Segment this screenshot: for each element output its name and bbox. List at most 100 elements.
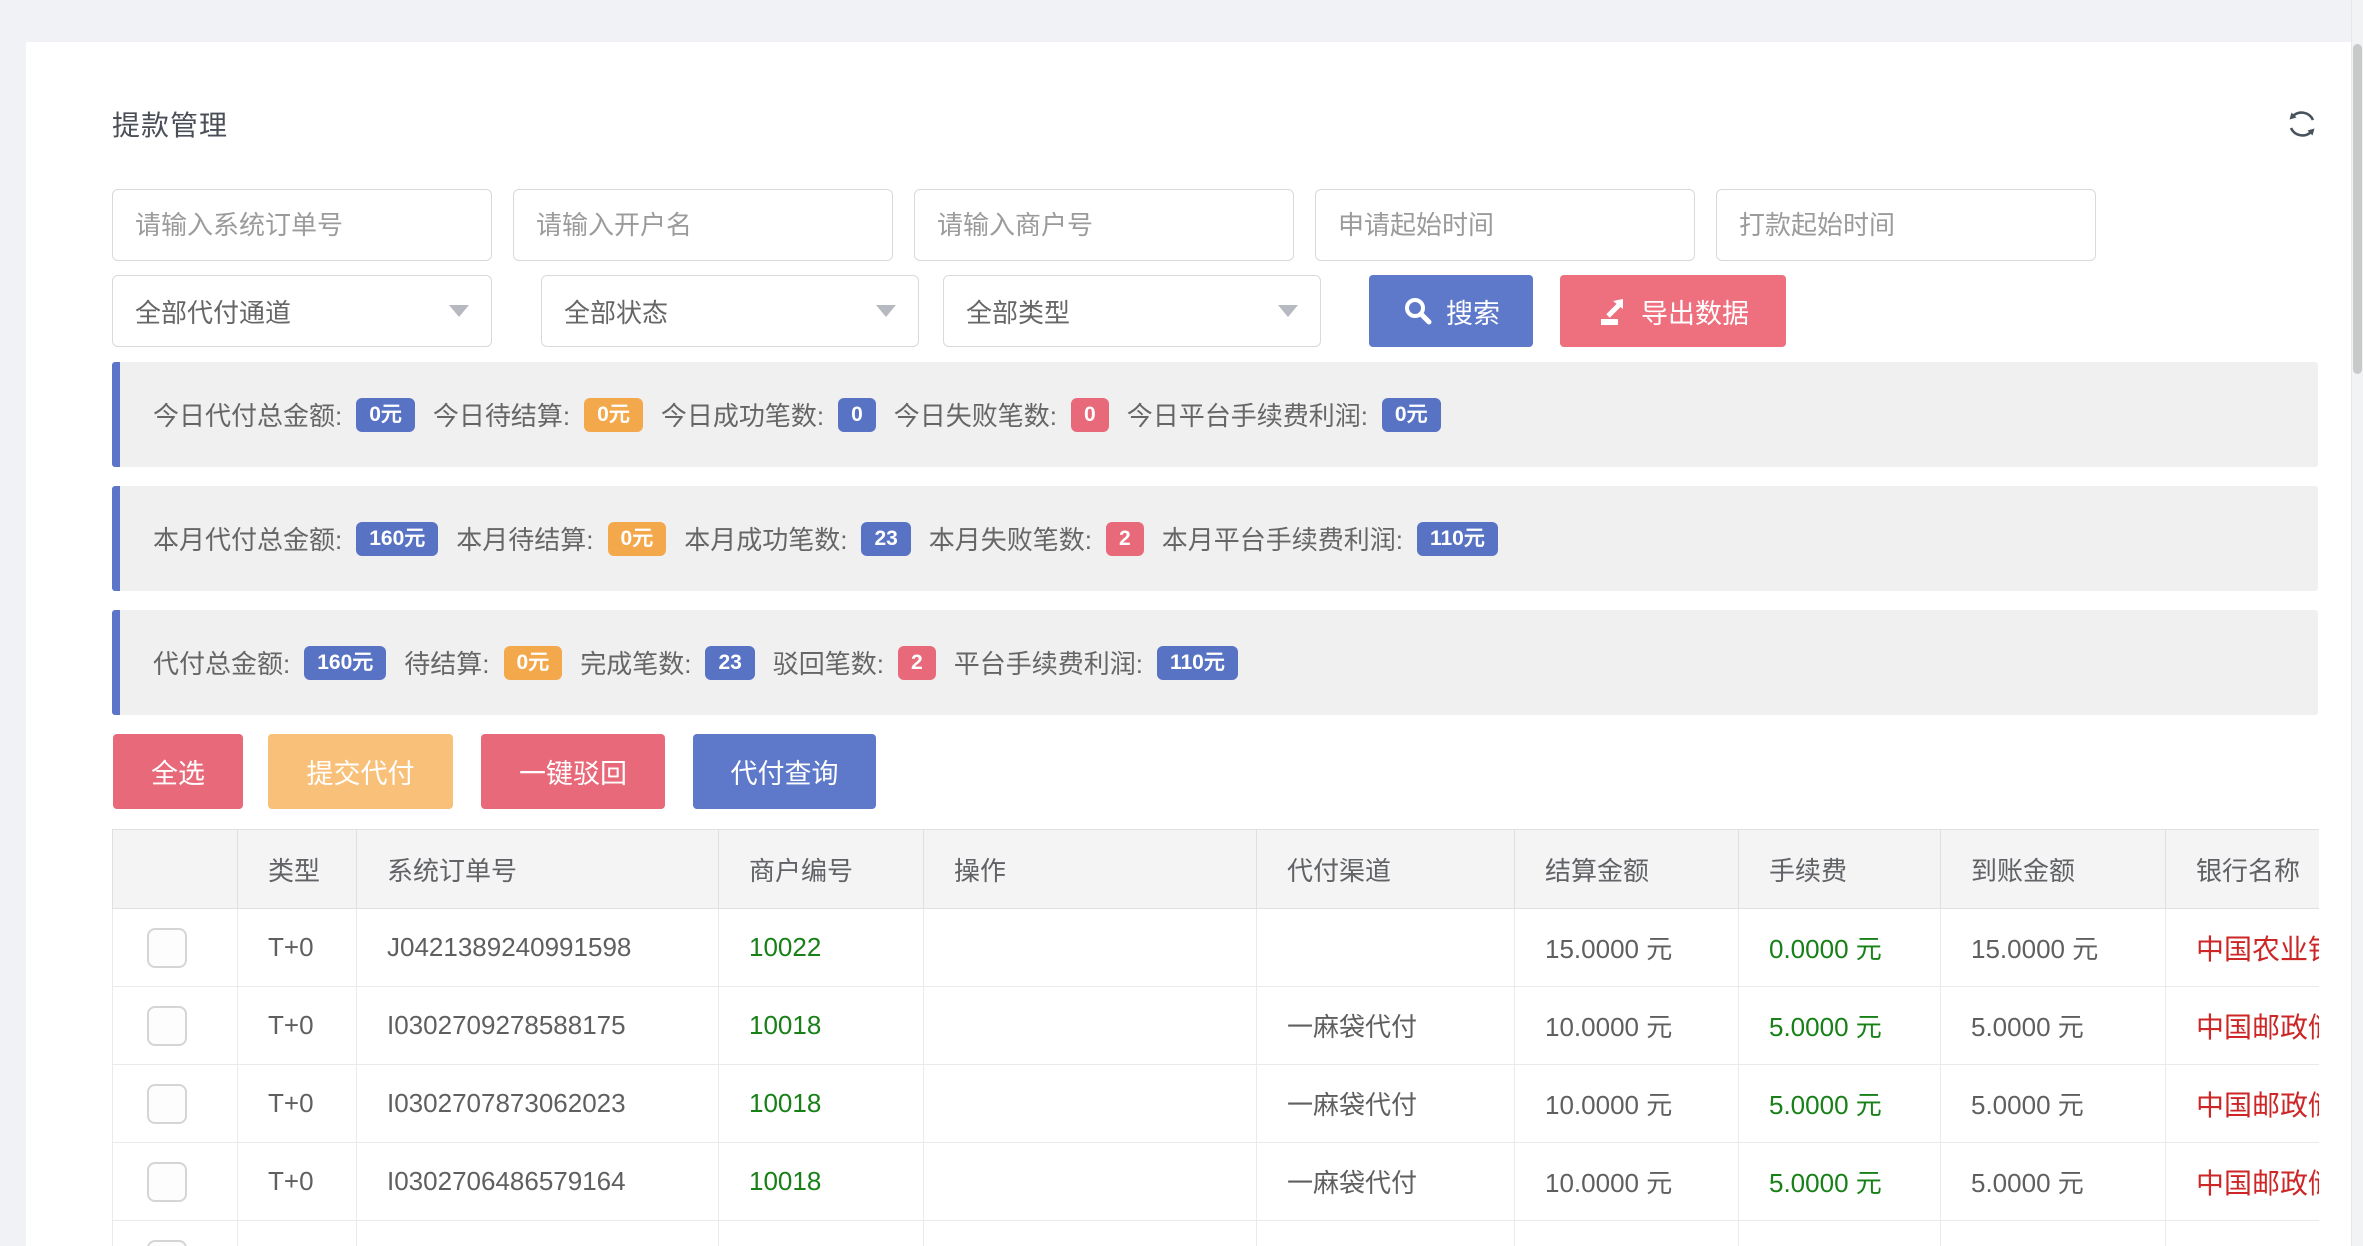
stat-label: 待结算:	[404, 644, 489, 681]
stat-segment: 今日失败笔数:0	[894, 396, 1109, 433]
order-no-input[interactable]	[112, 189, 492, 261]
channel-cell: 一麻袋代付	[1257, 1143, 1515, 1221]
bank-cell: 中国邮政储蓄银行	[2166, 1065, 2320, 1143]
channel-cell: 一麻袋代付	[1257, 1065, 1515, 1143]
merchant-no-cell: 10018	[719, 1221, 924, 1246]
merchant-no-cell: 10018	[719, 1143, 924, 1221]
row-checkbox[interactable]	[147, 1006, 187, 1046]
merchant-no-input[interactable]	[914, 189, 1294, 261]
submit-payment-button[interactable]: 提交代付	[268, 734, 453, 809]
scrollbar-thumb[interactable]	[2353, 44, 2362, 374]
operation-cell	[924, 1065, 1257, 1143]
stat-segment: 驳回笔数: 2	[773, 644, 936, 681]
column-header: 结算金额	[1515, 830, 1739, 909]
channel-cell: 一麻袋代付	[1257, 1221, 1515, 1246]
stat-label: 完成笔数:	[580, 644, 691, 681]
stat-segment: 本月待结算:0元	[456, 520, 666, 557]
merchant-no-cell: 10022	[719, 909, 924, 987]
stat-label: 本月失败笔数:	[929, 520, 1092, 557]
withdrawal-management-page: 提款管理 全部代付通道 全部状态 全部类型	[0, 0, 2363, 1246]
checkbox-cell	[113, 1221, 238, 1246]
channel-cell: 一麻袋代付	[1257, 987, 1515, 1065]
order-no-cell: J0421389240991598	[357, 909, 719, 987]
checkbox-cell	[113, 1143, 238, 1221]
column-header: 银行名称	[2166, 830, 2320, 909]
chevron-down-icon	[1278, 305, 1298, 317]
bank-cell: 中国邮政储蓄银行	[2166, 1143, 2320, 1221]
stat-value-badge: 0元	[584, 398, 643, 432]
stat-value-badge: 0元	[356, 398, 415, 432]
row-checkbox[interactable]	[147, 1162, 187, 1202]
row-checkbox[interactable]	[147, 928, 187, 968]
export-button-label: 导出数据	[1641, 292, 1749, 331]
stat-value-badge: 23	[705, 646, 754, 680]
status-select-value: 全部状态	[564, 293, 668, 330]
stat-label: 本月平台手续费利润:	[1162, 520, 1403, 557]
stat-segment: 今日代付总金额: 0元	[153, 396, 415, 433]
channel-cell	[1257, 909, 1515, 987]
stat-value-badge: 2	[898, 646, 936, 680]
order-no-cell: I0302706486579164	[357, 1143, 719, 1221]
stat-segment: 完成笔数: 23	[580, 644, 755, 681]
operation-cell	[924, 909, 1257, 987]
stat-segment: 本月平台手续费利润: 110元	[1162, 520, 1498, 557]
page-title: 提款管理	[112, 104, 228, 144]
table-row: T+0I030270573035772510018一麻袋代付10.0000 元5…	[113, 1221, 2320, 1246]
stats-bar-total: 代付总金额:160元待结算:0元完成笔数:23驳回笔数:2平台手续费利润:110…	[112, 610, 2318, 715]
arrival-amount-cell: 5.0000 元	[1941, 1221, 2166, 1246]
reject-all-button[interactable]: 一键驳回	[481, 734, 665, 809]
status-select[interactable]: 全部状态	[541, 275, 919, 347]
type-cell: T+0	[238, 987, 357, 1065]
stat-value-badge: 110元	[1417, 522, 1498, 556]
channel-select[interactable]: 全部代付通道	[112, 275, 492, 347]
type-select[interactable]: 全部类型	[943, 275, 1321, 347]
stats-bar-month: 本月代付总金额:160元本月待结算:0元本月成功笔数:23本月失败笔数:2本月平…	[112, 486, 2318, 591]
column-header: 到账金额	[1941, 830, 2166, 909]
select-all-button[interactable]: 全选	[113, 734, 243, 809]
fee-cell: 5.0000 元	[1739, 987, 1941, 1065]
checkbox-cell	[113, 1065, 238, 1143]
stat-label: 本月成功笔数:	[684, 520, 847, 557]
settle-amount-cell: 15.0000 元	[1515, 909, 1739, 987]
search-button[interactable]: 搜索	[1369, 275, 1533, 347]
operation-cell	[924, 987, 1257, 1065]
content-card: 提款管理 全部代付通道 全部状态 全部类型	[26, 42, 2352, 1246]
payment-query-button[interactable]: 代付查询	[693, 734, 876, 809]
stat-value-badge: 0	[838, 398, 876, 432]
row-checkbox[interactable]	[147, 1084, 187, 1124]
fee-cell: 5.0000 元	[1739, 1143, 1941, 1221]
type-cell: T+0	[238, 1221, 357, 1246]
stat-label: 代付总金额:	[153, 644, 290, 681]
page-scrollbar[interactable]	[2351, 0, 2363, 1246]
column-header: 类型	[238, 830, 357, 909]
stat-value-badge: 0	[1071, 398, 1109, 432]
refresh-icon[interactable]	[2282, 104, 2322, 144]
table-row: T+0I030270927858817510018一麻袋代付10.0000 元5…	[113, 987, 2320, 1065]
stat-label: 今日代付总金额:	[153, 396, 342, 433]
account-name-input[interactable]	[513, 189, 893, 261]
column-header: 商户编号	[719, 830, 924, 909]
merchant-no-cell: 10018	[719, 1065, 924, 1143]
chevron-down-icon	[876, 305, 896, 317]
apply-start-time-input[interactable]	[1315, 189, 1695, 261]
stat-value-badge: 0元	[1382, 398, 1441, 432]
stat-label: 今日平台手续费利润:	[1127, 396, 1368, 433]
row-checkbox[interactable]	[147, 1240, 187, 1246]
stat-value-badge: 110元	[1157, 646, 1238, 680]
stat-value-badge: 23	[861, 522, 910, 556]
channel-select-value: 全部代付通道	[135, 293, 291, 330]
stat-segment: 今日成功笔数:0	[661, 396, 876, 433]
payment-start-time-input[interactable]	[1716, 189, 2096, 261]
type-select-value: 全部类型	[966, 293, 1070, 330]
stat-value-badge: 0元	[504, 646, 563, 680]
stat-label: 驳回笔数:	[773, 644, 884, 681]
settle-amount-cell: 10.0000 元	[1515, 1221, 1739, 1246]
settle-amount-cell: 10.0000 元	[1515, 987, 1739, 1065]
merchant-no-cell: 10018	[719, 987, 924, 1065]
table-header-row: 类型系统订单号商户编号操作代付渠道结算金额手续费到账金额银行名称	[113, 830, 2320, 909]
export-data-button[interactable]: 导出数据	[1560, 275, 1786, 347]
fee-cell: 0.0000 元	[1739, 909, 1941, 987]
stat-segment: 平台手续费利润:110元	[954, 644, 1238, 681]
type-cell: T+0	[238, 1065, 357, 1143]
table-row: T+0J04213892409915981002215.0000 元0.0000…	[113, 909, 2320, 987]
